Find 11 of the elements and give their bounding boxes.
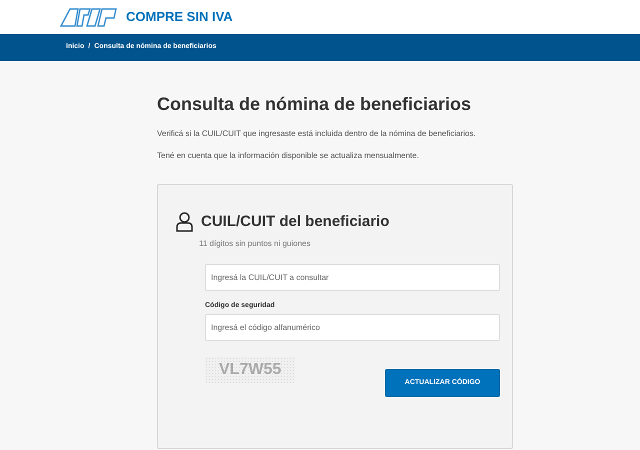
page-title: Consulta de nómina de beneficiarios [157,93,472,116]
brand-name: COMPRE SIN IVA [126,8,233,26]
captcha-image: VL7W55 [205,357,296,383]
form-title: CUIL/CUIT del beneficiario [201,212,390,232]
logo-icon [60,7,118,27]
description-text: Tené en cuenta que la información disponible se actualiza mensualmente. [157,150,420,162]
description-text: Verificá si la CUIL/CUIT que ingresaste está incluida dentro de la nómina de beneficiarios. [157,128,477,140]
input-field[interactable]: Ingresá la CUIL/CUIT a consultar [205,264,500,290]
user-icon [176,212,193,232]
hint-text: 11 dígitos sin puntos ni guiones [199,238,312,250]
input-field[interactable]: Ingresá el código alfanumérico [205,314,500,341]
